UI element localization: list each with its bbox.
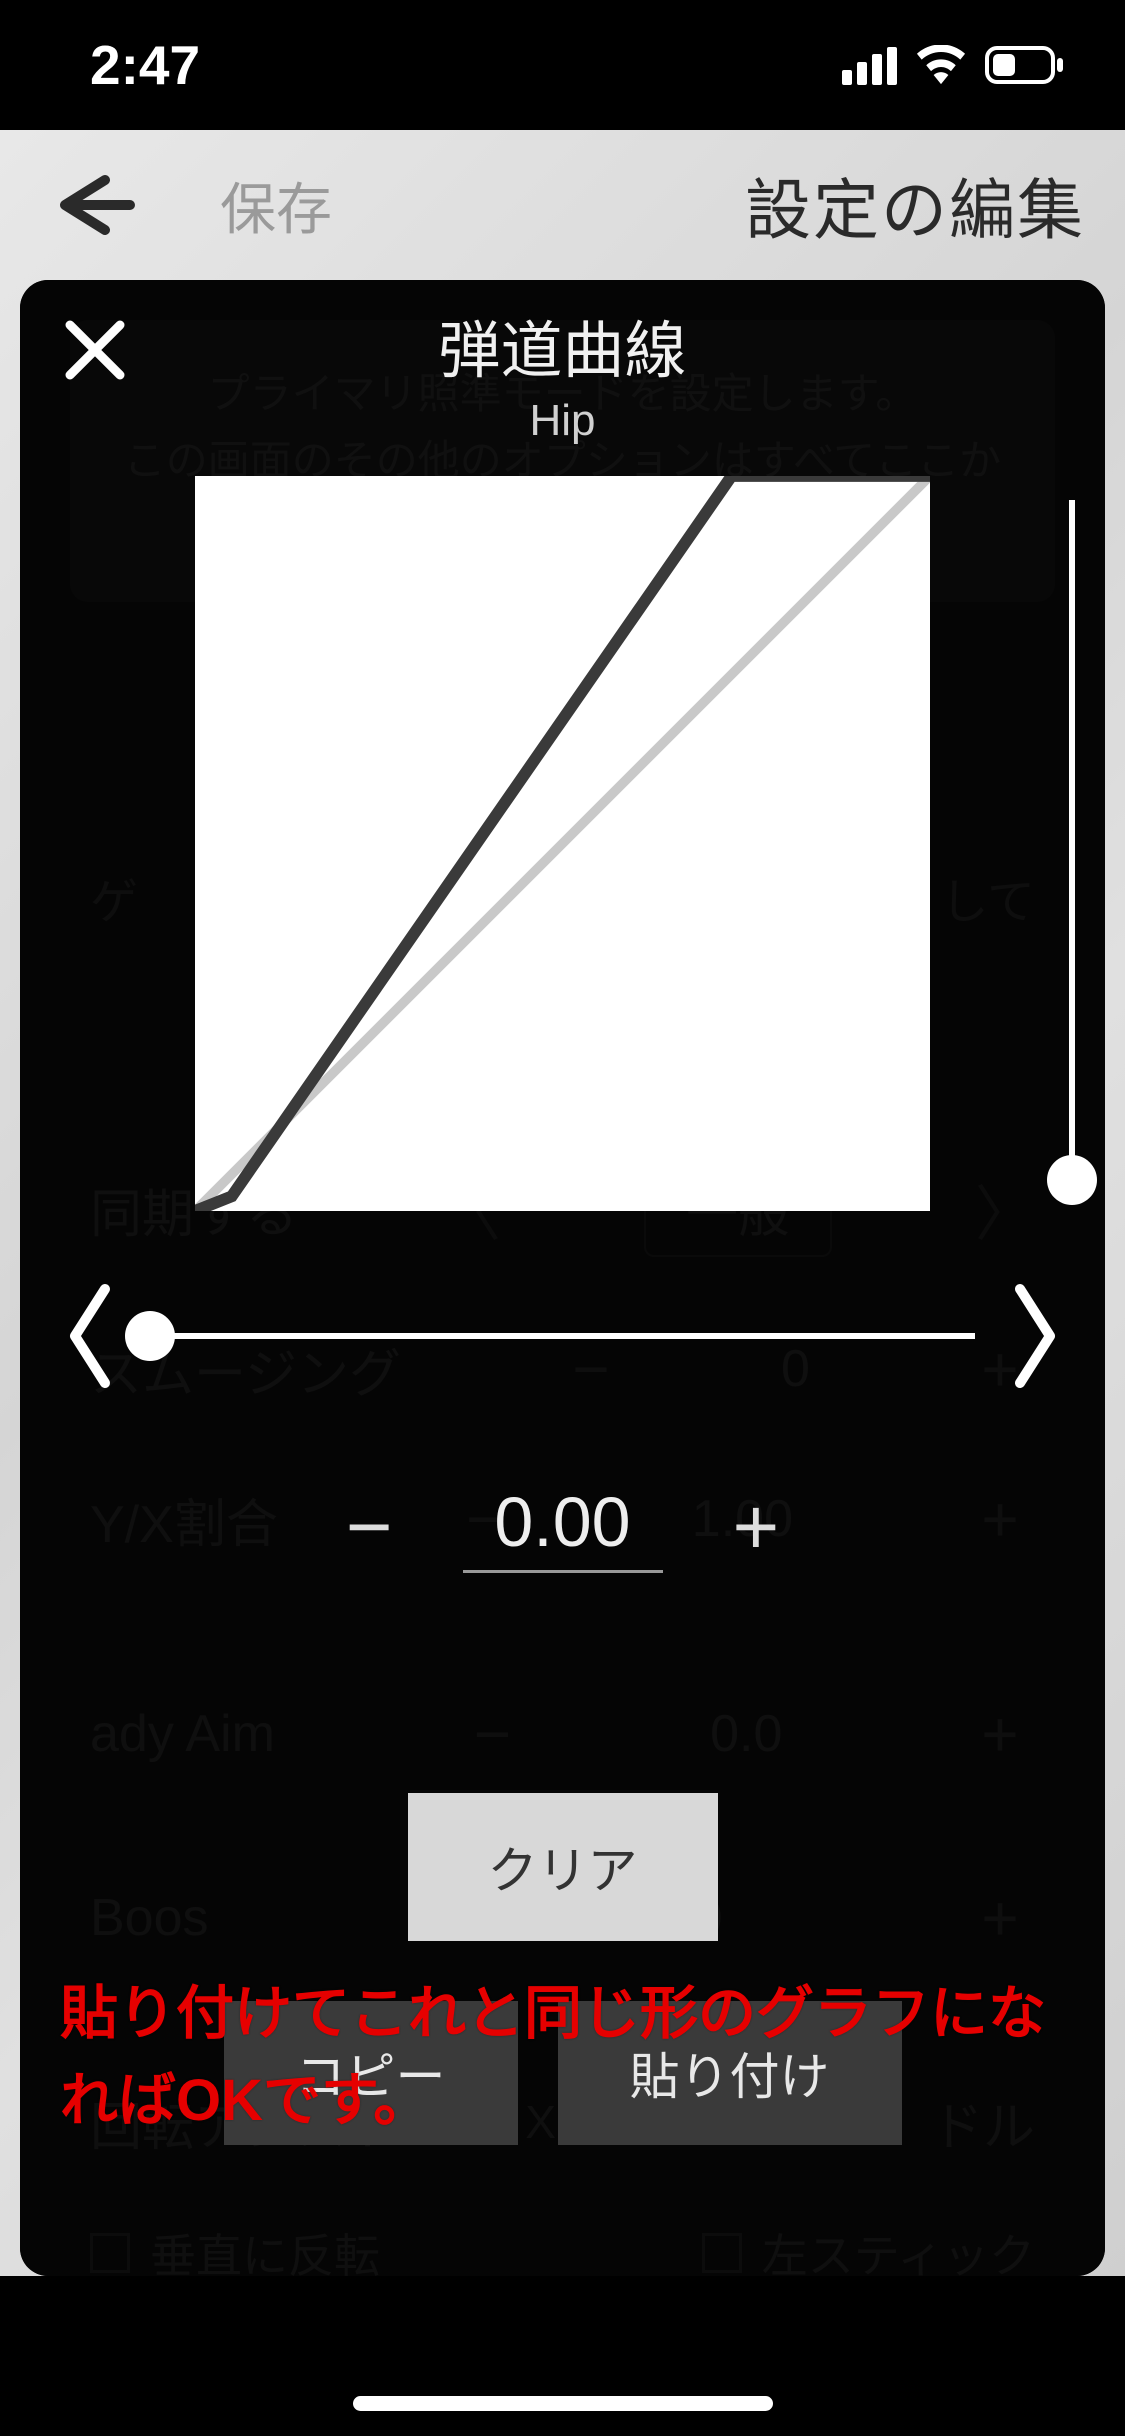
- wifi-icon: [915, 45, 967, 85]
- ballistic-curve-modal: 弾道曲線 Hip − 0.00 +: [20, 280, 1105, 2276]
- status-bar: 2:47: [0, 0, 1125, 130]
- back-button[interactable]: [30, 170, 150, 240]
- status-icons: [842, 45, 1065, 85]
- clear-button[interactable]: クリア: [408, 1793, 718, 1941]
- horizontal-slider-thumb[interactable]: [125, 1311, 175, 1361]
- ballistic-chart[interactable]: [195, 476, 930, 1211]
- cellular-icon: [842, 45, 897, 85]
- battery-icon: [985, 46, 1065, 84]
- close-button[interactable]: [60, 315, 130, 390]
- decrease-button[interactable]: −: [346, 1481, 393, 1573]
- home-indicator[interactable]: [353, 2396, 773, 2411]
- prev-button[interactable]: [60, 1281, 120, 1391]
- value-stepper: − 0.00 +: [346, 1481, 779, 1573]
- page-header: 保存 設定の編集: [0, 130, 1125, 280]
- next-button[interactable]: [1005, 1281, 1065, 1391]
- curve-value[interactable]: 0.00: [463, 1482, 663, 1573]
- increase-button[interactable]: +: [733, 1481, 780, 1573]
- save-button[interactable]: 保存: [220, 165, 332, 246]
- modal-subtitle: Hip: [20, 396, 1105, 446]
- horizontal-slider[interactable]: [150, 1333, 975, 1339]
- modal-title: 弾道曲線: [20, 300, 1105, 390]
- vertical-slider-thumb[interactable]: [1047, 1155, 1097, 1205]
- status-time: 2:47: [90, 33, 200, 97]
- annotation-instruction: 貼り付けてこれと同じ形のグラフになればOKです。: [60, 1970, 1065, 2144]
- vertical-slider[interactable]: [1069, 500, 1075, 1180]
- page-title: 設定の編集: [745, 157, 1095, 253]
